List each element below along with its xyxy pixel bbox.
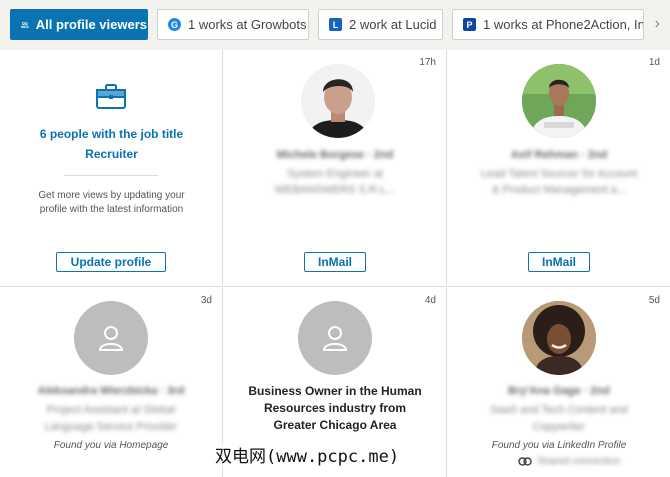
viewer-headline: Language Service Provider	[44, 421, 178, 433]
viewer-card[interactable]: 1d Asif Rehman · 2nd Lead Talent Sourcer…	[448, 50, 670, 287]
inmail-button[interactable]: InMail	[304, 252, 366, 272]
shared-connection[interactable]: Shared connection	[518, 456, 620, 467]
view-timestamp: 4d	[424, 295, 436, 306]
lucid-logo-icon: L	[329, 18, 342, 31]
people-icon	[21, 21, 29, 28]
avatar[interactable]	[298, 301, 372, 375]
view-timestamp: 17h	[419, 57, 436, 68]
viewer-headline: Copywriter	[532, 421, 586, 433]
viewer-card[interactable]: 3d Aleksandra Wierzbicka · 3rd Project A…	[0, 288, 223, 477]
shared-connection-label: Shared connection	[537, 456, 621, 467]
viewer-name[interactable]: Aleksandra Wierzbicka · 3rd	[0, 382, 222, 400]
person-placeholder-icon	[322, 326, 348, 351]
viewer-headline: WEBANSWERS S.R.L...	[274, 184, 396, 196]
avatar[interactable]	[74, 301, 148, 375]
view-timestamp: 1d	[648, 57, 660, 68]
person-placeholder-icon	[98, 326, 124, 351]
avatar[interactable]	[301, 64, 375, 138]
viewer-name[interactable]: Asif Rehman · 2nd	[448, 146, 670, 164]
filter-chip-label: 2 work at Lucid	[349, 17, 437, 32]
person-photo	[301, 64, 375, 138]
viewer-headline: Business Owner in the Human Resources in…	[248, 384, 422, 432]
all-profile-viewers-label: All profile viewers	[35, 17, 147, 32]
watermark: 双电网(www.pcpc.me)	[213, 442, 402, 467]
summary-headline[interactable]: 6 people with the job title	[0, 127, 223, 141]
briefcase-icon	[96, 84, 126, 109]
filter-chip-label: 1 works at Growbots	[188, 17, 307, 32]
phone2action-logo-icon: P	[463, 18, 476, 31]
filter-chip-growbots[interactable]: G 1 works at Growbots	[157, 9, 309, 40]
inmail-button[interactable]: InMail	[528, 252, 590, 272]
filter-chip-lucid[interactable]: L 2 work at Lucid	[318, 9, 443, 40]
viewer-headline: Project Assistant at Global	[46, 404, 176, 416]
viewer-name[interactable]: Michele Borgese · 2nd	[224, 146, 446, 164]
summary-divider	[64, 175, 158, 176]
all-profile-viewers-button[interactable]: All profile viewers	[10, 9, 148, 40]
filter-chip-phone2action[interactable]: P 1 works at Phone2Action, Inc	[452, 9, 644, 40]
person-photo	[522, 64, 596, 138]
found-via-text: Found you via LinkedIn Profile	[491, 440, 627, 451]
summary-card: 6 people with the job title Recruiter Ge…	[0, 50, 223, 287]
filter-chip-label: 1 works at Phone2Action, Inc	[483, 17, 644, 32]
update-profile-button[interactable]: Update profile	[56, 252, 166, 272]
growbots-logo-icon: G	[168, 18, 181, 31]
shared-connection-icon	[518, 457, 532, 466]
found-via-text: Found you via Homepage	[53, 440, 169, 451]
viewers-grid: 6 people with the job title Recruiter Ge…	[0, 50, 670, 477]
viewer-headline: SaaS and Tech Content and	[490, 404, 628, 416]
avatar[interactable]	[522, 301, 596, 375]
filter-bar: All profile viewers G 1 works at Growbot…	[0, 0, 670, 50]
avatar[interactable]	[522, 64, 596, 138]
view-timestamp: 3d	[200, 295, 212, 306]
chevron-right-icon[interactable]: ›	[655, 15, 660, 33]
summary-body: Get more views by updating your profile …	[38, 190, 185, 215]
view-timestamp: 5d	[648, 295, 660, 306]
viewer-name[interactable]: Bry'Ana Gage · 2nd	[448, 382, 670, 400]
person-photo	[522, 301, 596, 375]
viewer-card[interactable]: 17h Michele Borgese · 2nd System Enginee…	[224, 50, 447, 287]
summary-job-title[interactable]: Recruiter	[0, 147, 223, 161]
viewer-card[interactable]: 5d Bry'Ana Gage · 2nd SaaS and Tech Cont…	[448, 288, 670, 477]
viewer-headline: & Product Management a...	[492, 184, 626, 196]
